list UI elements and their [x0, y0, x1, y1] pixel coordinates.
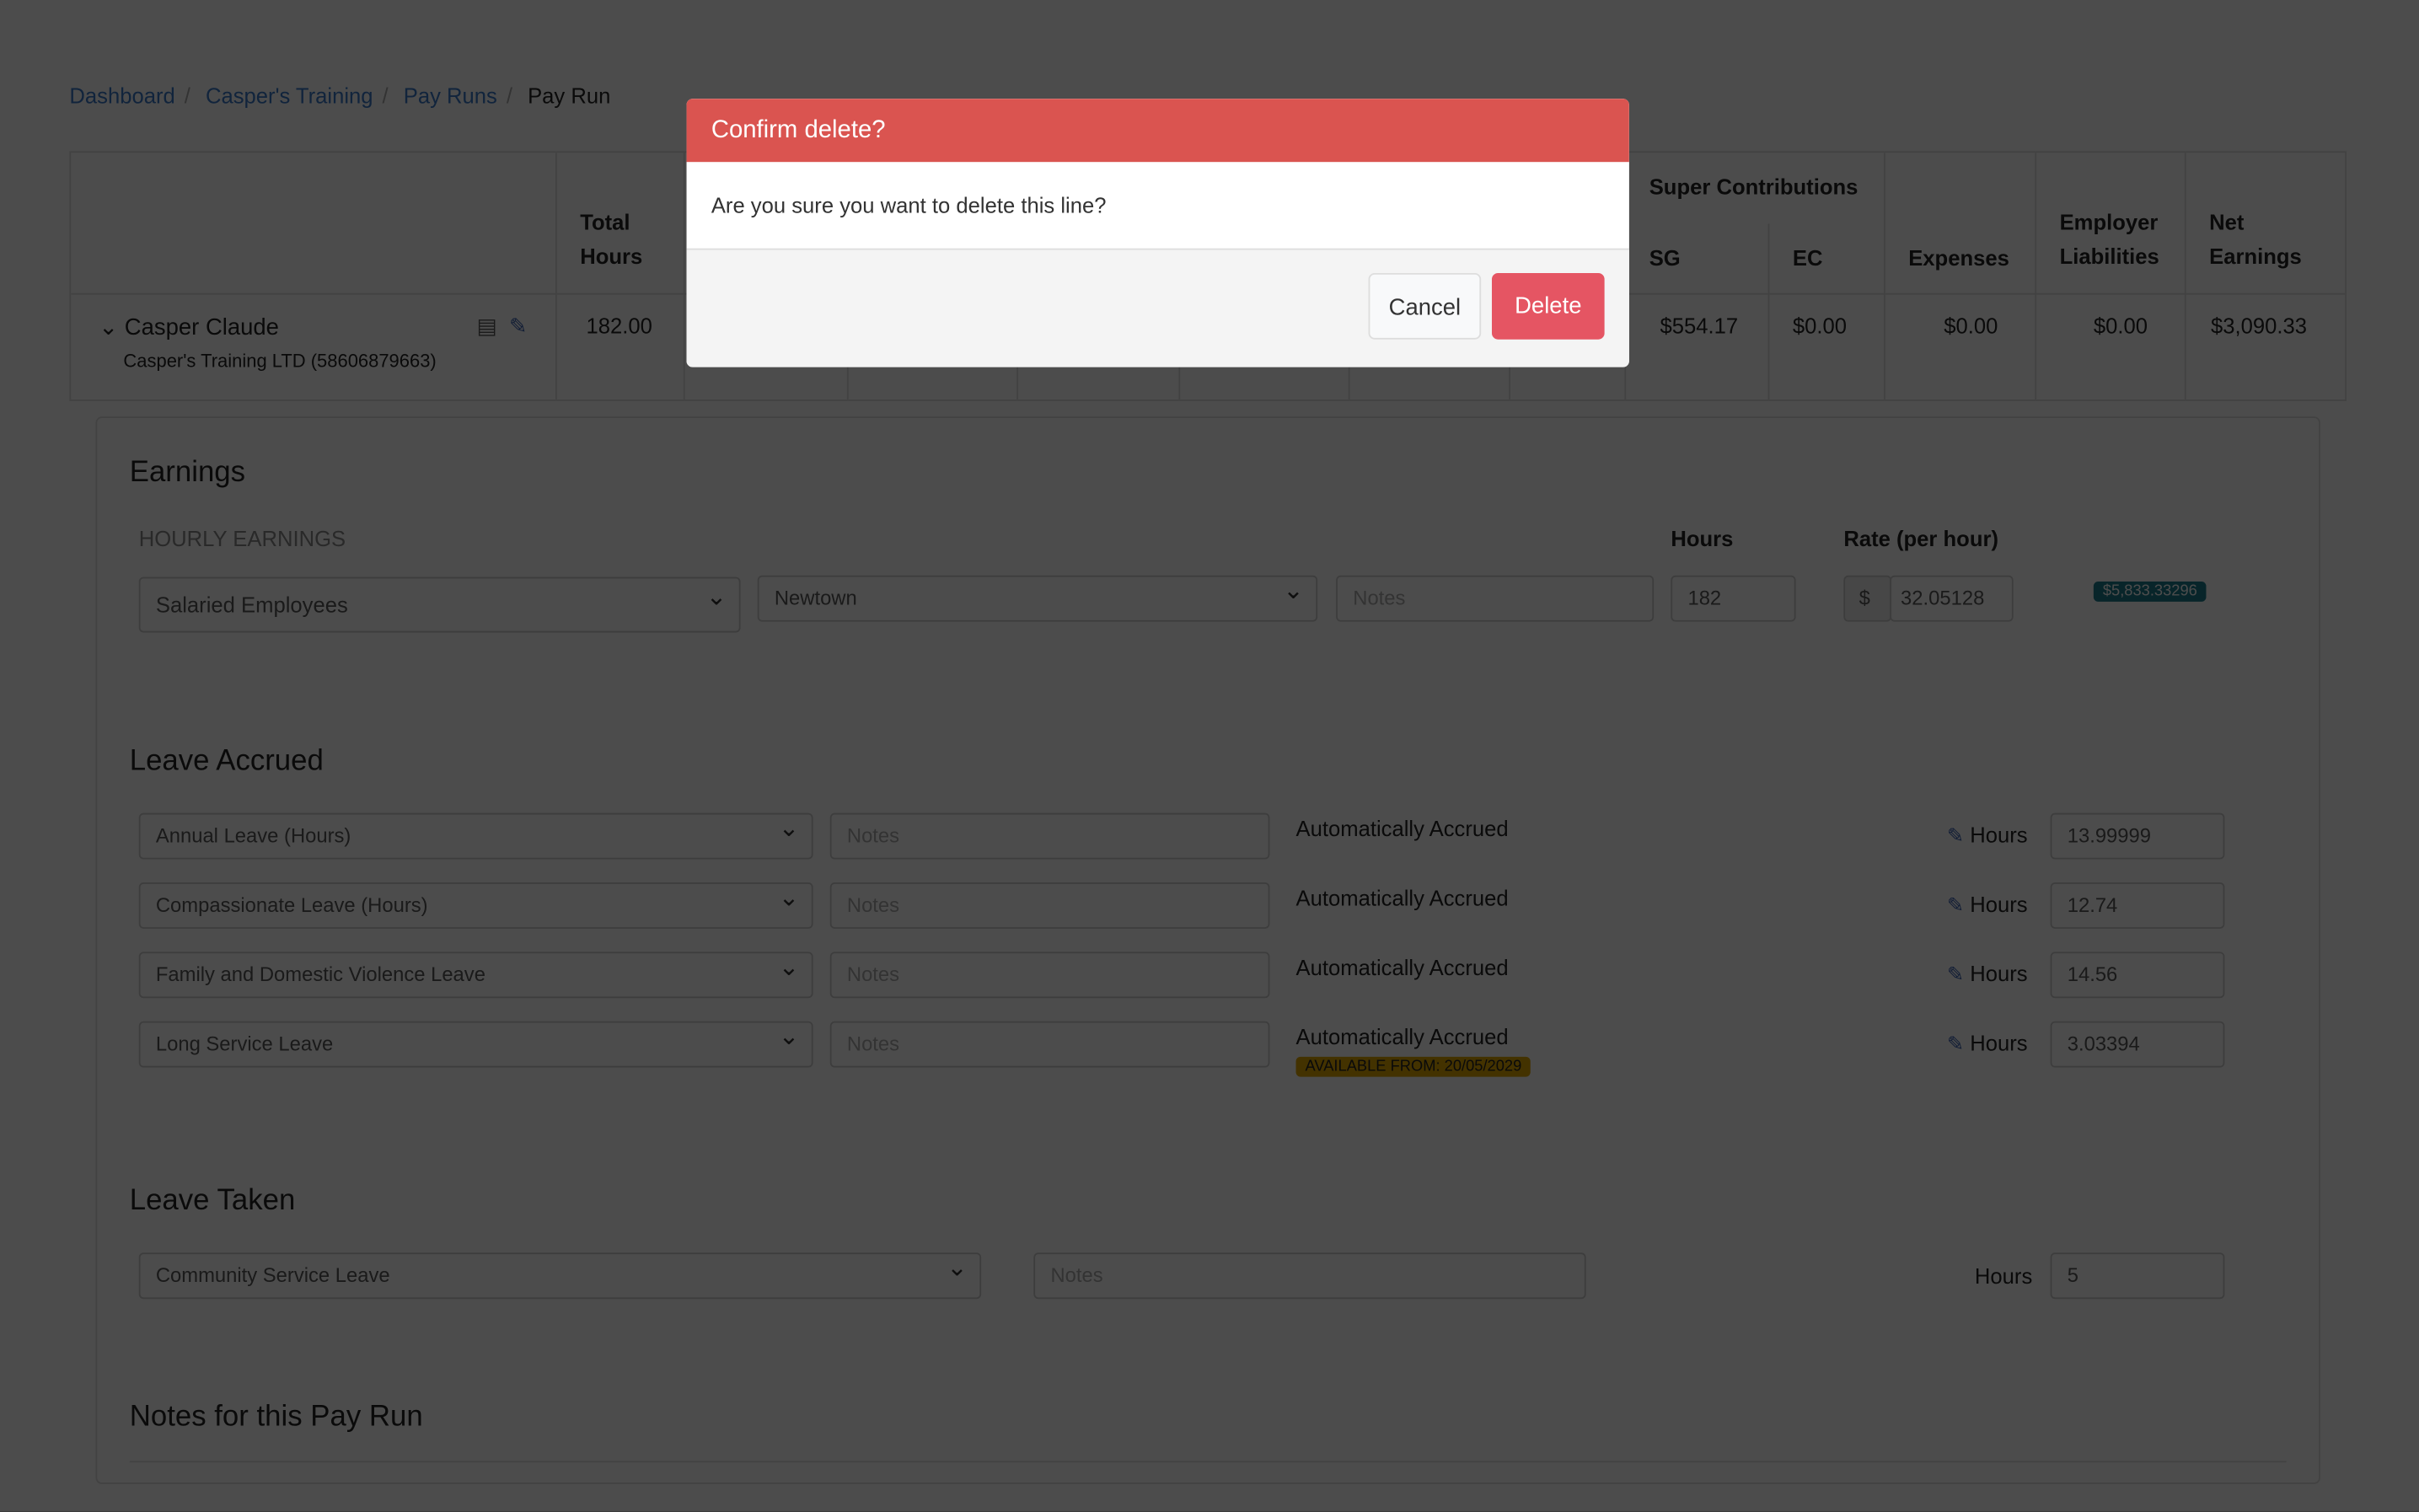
leave-accrued-select[interactable]: Annual Leave (Hours): [138, 808, 813, 860]
earnings-total-badge: $5,833.33296: [2093, 582, 2207, 602]
pay-run-details: Earnings HOURLY EARNINGS Hours Rate (per…: [95, 416, 2320, 1484]
leave-accrued-hours-input[interactable]: 13.99999: [2050, 812, 2225, 860]
leave-taken-hours-input[interactable]: 5: [2050, 1252, 2225, 1300]
expand-row[interactable]: ⌄ Casper Claude: [99, 314, 279, 341]
leave-taken-hours-label: Hours: [1974, 1263, 2033, 1289]
earnings-title: Earnings: [129, 456, 246, 490]
pencil-icon[interactable]: ✎: [1947, 1032, 1964, 1055]
leave-hours-label: ✎ Hours: [1947, 1031, 2028, 1057]
expenses-value: $0.00: [1944, 313, 1998, 338]
net-value: $3,090.33: [2210, 313, 2307, 338]
edit-icon[interactable]: ✎: [509, 314, 527, 340]
total-hours-value: 182.00: [586, 313, 652, 338]
leave-taken-title: Leave Taken: [129, 1184, 296, 1218]
pencil-icon[interactable]: ✎: [1947, 893, 1964, 916]
leave-accrued-select[interactable]: Long Service Leave: [138, 1016, 813, 1068]
breadcrumb: Dashboard / Casper's Training / Pay Runs / …: [69, 83, 611, 109]
hours-label: Hours: [1671, 526, 1734, 551]
confirm-delete-modal: Confirm delete? Are you sure you want to…: [686, 99, 1629, 367]
employer-value: $0.00: [2093, 313, 2148, 338]
employee-company: Casper's Training LTD (58606879663): [123, 350, 437, 373]
divider: [1767, 223, 1770, 400]
leave-accrued-select[interactable]: Compassionate Leave (Hours): [138, 877, 813, 929]
notes-title: Notes for this Pay Run: [129, 1401, 423, 1434]
leave-accrued-title: Leave Accrued: [129, 745, 324, 778]
leave-accrued-notes-input[interactable]: Notes: [829, 1021, 1270, 1068]
earnings-category-select[interactable]: Salaried Employees: [138, 572, 741, 633]
leave-accrued-hours-input[interactable]: 14.56: [2050, 952, 2225, 999]
divider: [129, 1461, 2287, 1463]
leave-hours-label: ✎ Hours: [1947, 961, 2028, 987]
divider: [1883, 153, 1885, 400]
accrual-status: Automatically Accrued: [1295, 1024, 1509, 1049]
hours-label-text: Hours: [1970, 961, 2028, 986]
earnings-hours-input[interactable]: 182: [1671, 575, 1796, 622]
header-employer: Employer Liabilities: [2059, 209, 2159, 269]
page: Dashboard / Casper's Training / Pay Runs / …: [0, 0, 2419, 1512]
leave-taken-select[interactable]: Community Service Leave: [138, 1248, 982, 1300]
divider: [683, 153, 685, 400]
pencil-icon[interactable]: ✎: [1947, 823, 1964, 846]
header-net: Net Earnings: [2209, 209, 2302, 269]
payslip-icon[interactable]: ▤: [477, 314, 497, 340]
leave-hours-label: ✎ Hours: [1947, 823, 2028, 849]
delete-button[interactable]: Delete: [1491, 272, 1605, 340]
earnings-notes-input[interactable]: Notes: [1336, 575, 1655, 622]
hours-label-text: Hours: [1970, 1030, 2028, 1055]
rate-label: Rate (per hour): [1843, 526, 1998, 551]
header-ec: EC: [1792, 245, 1823, 271]
pencil-icon[interactable]: ✎: [1947, 962, 1964, 985]
header-super: Super Contributions: [1649, 174, 1858, 200]
sg-value: $554.17: [1660, 313, 1739, 338]
employee-name: Casper Claude: [124, 314, 279, 341]
header-total-hours: Total Hours: [580, 209, 643, 269]
hours-label-text: Hours: [1970, 891, 2028, 917]
hours-label-text: Hours: [1970, 822, 2028, 847]
accrual-status: Automatically Accrued: [1295, 885, 1509, 910]
divider: [2035, 153, 2037, 400]
currency-addon: $: [1843, 575, 1892, 622]
leave-taken-notes-input[interactable]: Notes: [1033, 1252, 1586, 1300]
accrual-status: Automatically Accrued: [1295, 955, 1509, 980]
divider: [2184, 153, 2186, 400]
hourly-earnings-label: HOURLY EARNINGS: [138, 526, 346, 551]
ec-value: $0.00: [1792, 313, 1848, 338]
header-expenses: Expenses: [1908, 245, 2009, 271]
breadcrumb-dashboard[interactable]: Dashboard: [69, 83, 174, 108]
leave-accrued-select[interactable]: Family and Domestic Violence Leave: [138, 947, 813, 999]
accrual-status: Automatically Accrued: [1295, 816, 1509, 841]
leave-accrued-notes-input[interactable]: Notes: [829, 882, 1270, 929]
header-sg: SG: [1649, 245, 1681, 271]
available-from-badge: AVAILABLE FROM: 20/05/2029: [1295, 1056, 1531, 1077]
breadcrumb-current: Pay Run: [528, 83, 611, 109]
modal-title: Confirm delete?: [686, 99, 1629, 163]
breadcrumb-pay-runs[interactable]: Pay Runs: [404, 83, 497, 108]
rate-input[interactable]: 32.05128: [1890, 575, 2014, 622]
chevron-down-icon: ⌄: [99, 314, 119, 341]
leave-accrued-hours-input[interactable]: 3.03394: [2050, 1021, 2225, 1068]
modal-footer: Cancel Delete: [686, 249, 1629, 367]
breadcrumb-training[interactable]: Casper's Training: [206, 83, 373, 108]
cancel-button[interactable]: Cancel: [1368, 272, 1482, 340]
leave-accrued-notes-input[interactable]: Notes: [829, 812, 1270, 860]
leave-accrued-notes-input[interactable]: Notes: [829, 952, 1270, 999]
location-select[interactable]: Newtown: [757, 571, 1318, 622]
divider: [555, 153, 557, 400]
modal-message: Are you sure you want to delete this lin…: [686, 162, 1629, 250]
leave-hours-label: ✎ Hours: [1947, 892, 2028, 918]
leave-accrued-hours-input[interactable]: 12.74: [2050, 882, 2225, 929]
